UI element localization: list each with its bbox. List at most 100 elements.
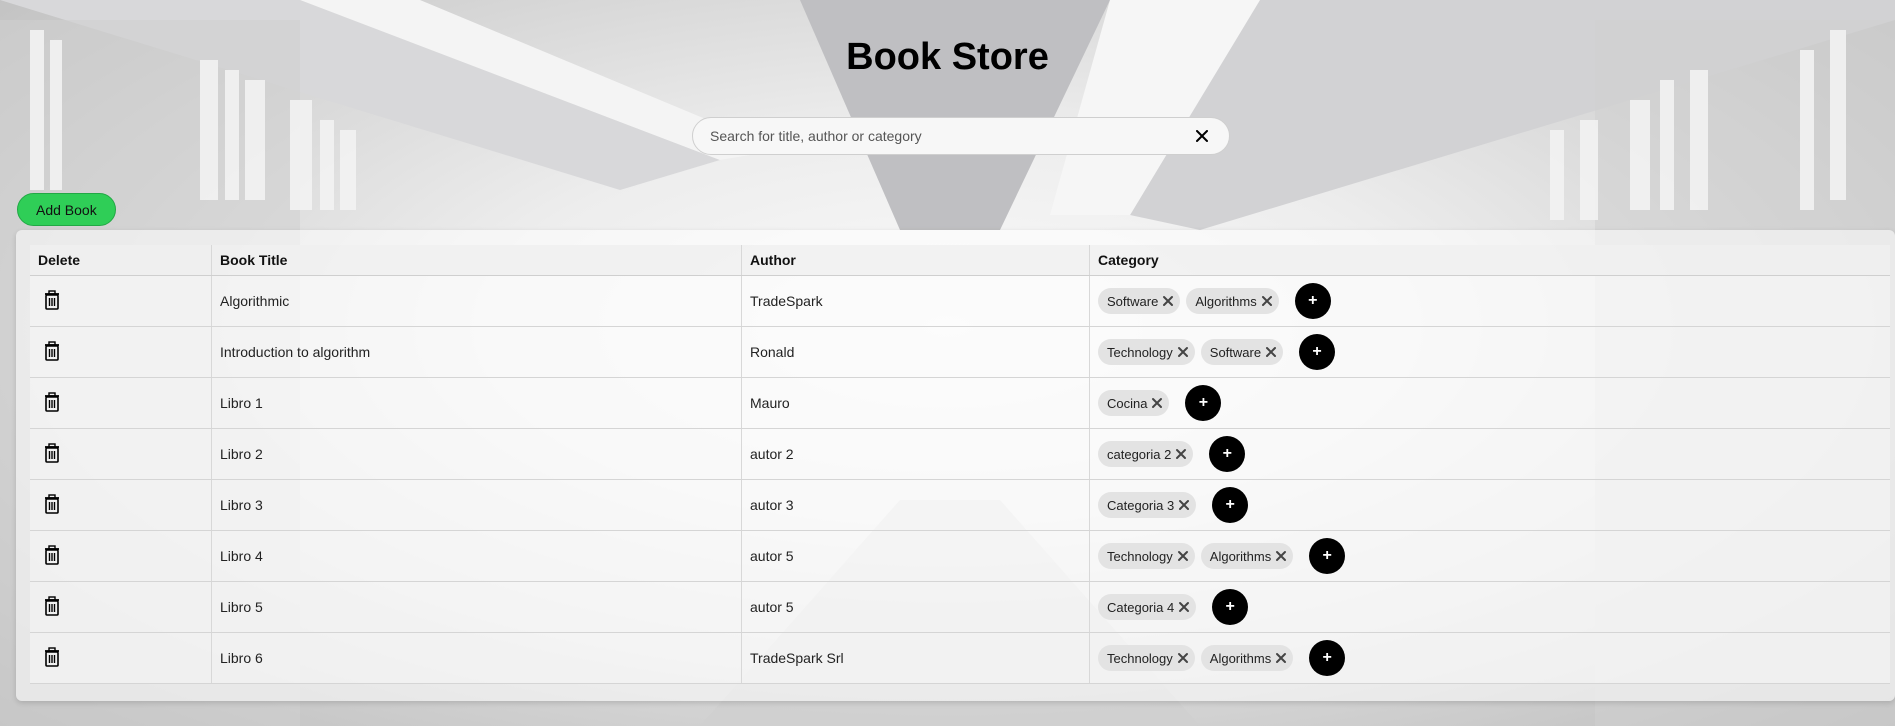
add-category-button[interactable]: + <box>1212 487 1249 523</box>
close-icon[interactable] <box>1261 295 1273 307</box>
delete-cell <box>30 530 212 582</box>
book-title-cell: Libro 4 <box>211 530 742 582</box>
add-category-button[interactable]: + <box>1212 589 1249 625</box>
category-chip: Cocina <box>1098 390 1170 416</box>
delete-cell <box>30 275 212 327</box>
close-icon[interactable] <box>1275 652 1287 664</box>
plus-icon: + <box>1312 343 1322 360</box>
category-chip: categoria 2 <box>1098 441 1194 467</box>
category-cell: Technology Software + <box>1089 326 1890 378</box>
table-row: Introduction to algorithm Ronald Technolog… <box>30 326 1890 378</box>
category-chip-list: Categoria 4 + <box>1098 589 1882 625</box>
category-chip: Technology <box>1098 543 1195 569</box>
category-chip-label: Technology <box>1107 650 1173 666</box>
book-title-cell: Libro 1 <box>211 377 742 429</box>
category-chip-list: Cocina + <box>1098 385 1882 421</box>
search-bar <box>692 117 1230 155</box>
trash-icon[interactable] <box>44 544 64 567</box>
delete-cell <box>30 479 212 531</box>
table-row: Libro 2 autor 2 categoria 2 + <box>30 428 1890 480</box>
category-cell: Categoria 3 + <box>1089 479 1890 531</box>
category-chip-label: Algorithms <box>1209 548 1272 564</box>
author-cell: TradeSpark <box>741 275 1090 327</box>
table-row: Libro 4 autor 5 Technology Algorithms + <box>30 530 1890 582</box>
author-cell: Mauro <box>741 377 1090 429</box>
category-chip-label: categoria 2 <box>1107 446 1172 462</box>
trash-icon[interactable] <box>44 289 64 312</box>
add-category-button[interactable]: + <box>1299 334 1336 370</box>
category-chip: Software <box>1200 339 1284 365</box>
category-chip-label: Software <box>1107 293 1159 309</box>
books-table-body: Algorithmic TradeSpark Software Algorithms +… <box>30 275 1890 684</box>
category-chip-list: Software Algorithms + <box>1098 283 1882 319</box>
close-icon[interactable] <box>1178 601 1190 613</box>
category-cell: Technology Algorithms + <box>1089 632 1890 684</box>
trash-icon[interactable] <box>44 391 64 414</box>
close-icon[interactable] <box>1275 550 1287 562</box>
plus-icon: + <box>1198 394 1209 411</box>
book-title-cell: Libro 6 <box>211 632 742 684</box>
close-icon[interactable] <box>1178 499 1190 511</box>
category-chip: Categoria 4 <box>1098 594 1197 620</box>
category-chip: Categoria 3 <box>1098 492 1197 518</box>
books-table: Delete Book Title Author Category Algori… <box>30 245 1890 684</box>
table-row: Libro 6 TradeSpark Srl Technology Algorithm… <box>30 632 1890 684</box>
trash-icon[interactable] <box>44 595 64 618</box>
close-icon[interactable] <box>1175 448 1187 460</box>
category-chip-label: Software <box>1209 344 1262 360</box>
category-chip-list: categoria 2 + <box>1098 436 1882 472</box>
delete-cell <box>30 581 212 633</box>
header-category: Category <box>1089 245 1890 276</box>
table-header-row: Delete Book Title Author Category <box>30 245 1890 276</box>
category-chip-label: Cocina <box>1107 395 1148 411</box>
category-chip-list: Technology Algorithms + <box>1098 538 1882 574</box>
close-icon[interactable] <box>1162 295 1174 307</box>
add-category-button[interactable]: + <box>1309 538 1346 574</box>
category-chip: Software <box>1098 288 1181 314</box>
trash-icon[interactable] <box>44 646 64 669</box>
close-icon[interactable] <box>1177 550 1189 562</box>
book-title-cell: Libro 5 <box>211 581 742 633</box>
plus-icon: + <box>1308 292 1318 309</box>
close-icon[interactable] <box>1187 121 1217 151</box>
add-category-button[interactable]: + <box>1309 640 1346 676</box>
category-chip-list: Technology Software + <box>1098 334 1882 370</box>
author-cell: autor 5 <box>741 581 1090 633</box>
category-chip-label: Technology <box>1107 344 1173 360</box>
plus-icon: + <box>1225 496 1235 513</box>
trash-icon[interactable] <box>44 442 64 465</box>
category-chip: Algorithms <box>1200 645 1294 671</box>
plus-icon: + <box>1225 598 1235 615</box>
category-chip-label: Technology <box>1107 548 1173 564</box>
delete-cell <box>30 326 212 378</box>
category-chip-list: Categoria 3 + <box>1098 487 1882 523</box>
book-title-cell: Libro 2 <box>211 428 742 480</box>
category-chip-label: Categoria 3 <box>1107 497 1175 513</box>
add-book-button[interactable]: Add Book <box>17 193 116 226</box>
category-cell: categoria 2 + <box>1089 428 1890 480</box>
close-icon[interactable] <box>1151 397 1163 409</box>
category-cell: Technology Algorithms + <box>1089 530 1890 582</box>
author-cell: autor 5 <box>741 530 1090 582</box>
category-cell: Cocina + <box>1089 377 1890 429</box>
category-chip-label: Categoria 4 <box>1107 599 1175 615</box>
author-cell: Ronald <box>741 326 1090 378</box>
header-book-title: Book Title <box>211 245 742 276</box>
table-row: Libro 1 Mauro Cocina + <box>30 377 1890 429</box>
delete-cell <box>30 428 212 480</box>
trash-icon[interactable] <box>44 340 64 363</box>
add-category-button[interactable]: + <box>1294 283 1331 319</box>
trash-icon[interactable] <box>44 493 64 516</box>
close-icon[interactable] <box>1265 346 1277 358</box>
category-chip-label: Algorithms <box>1195 293 1257 309</box>
close-icon[interactable] <box>1177 346 1189 358</box>
plus-icon: + <box>1322 649 1332 666</box>
book-title-cell: Libro 3 <box>211 479 742 531</box>
close-icon[interactable] <box>1177 652 1189 664</box>
add-category-button[interactable]: + <box>1209 436 1246 472</box>
add-category-button[interactable]: + <box>1185 385 1222 421</box>
delete-cell <box>30 632 212 684</box>
search-input[interactable] <box>693 127 1187 145</box>
category-cell: Software Algorithms + <box>1089 275 1890 327</box>
delete-cell <box>30 377 212 429</box>
